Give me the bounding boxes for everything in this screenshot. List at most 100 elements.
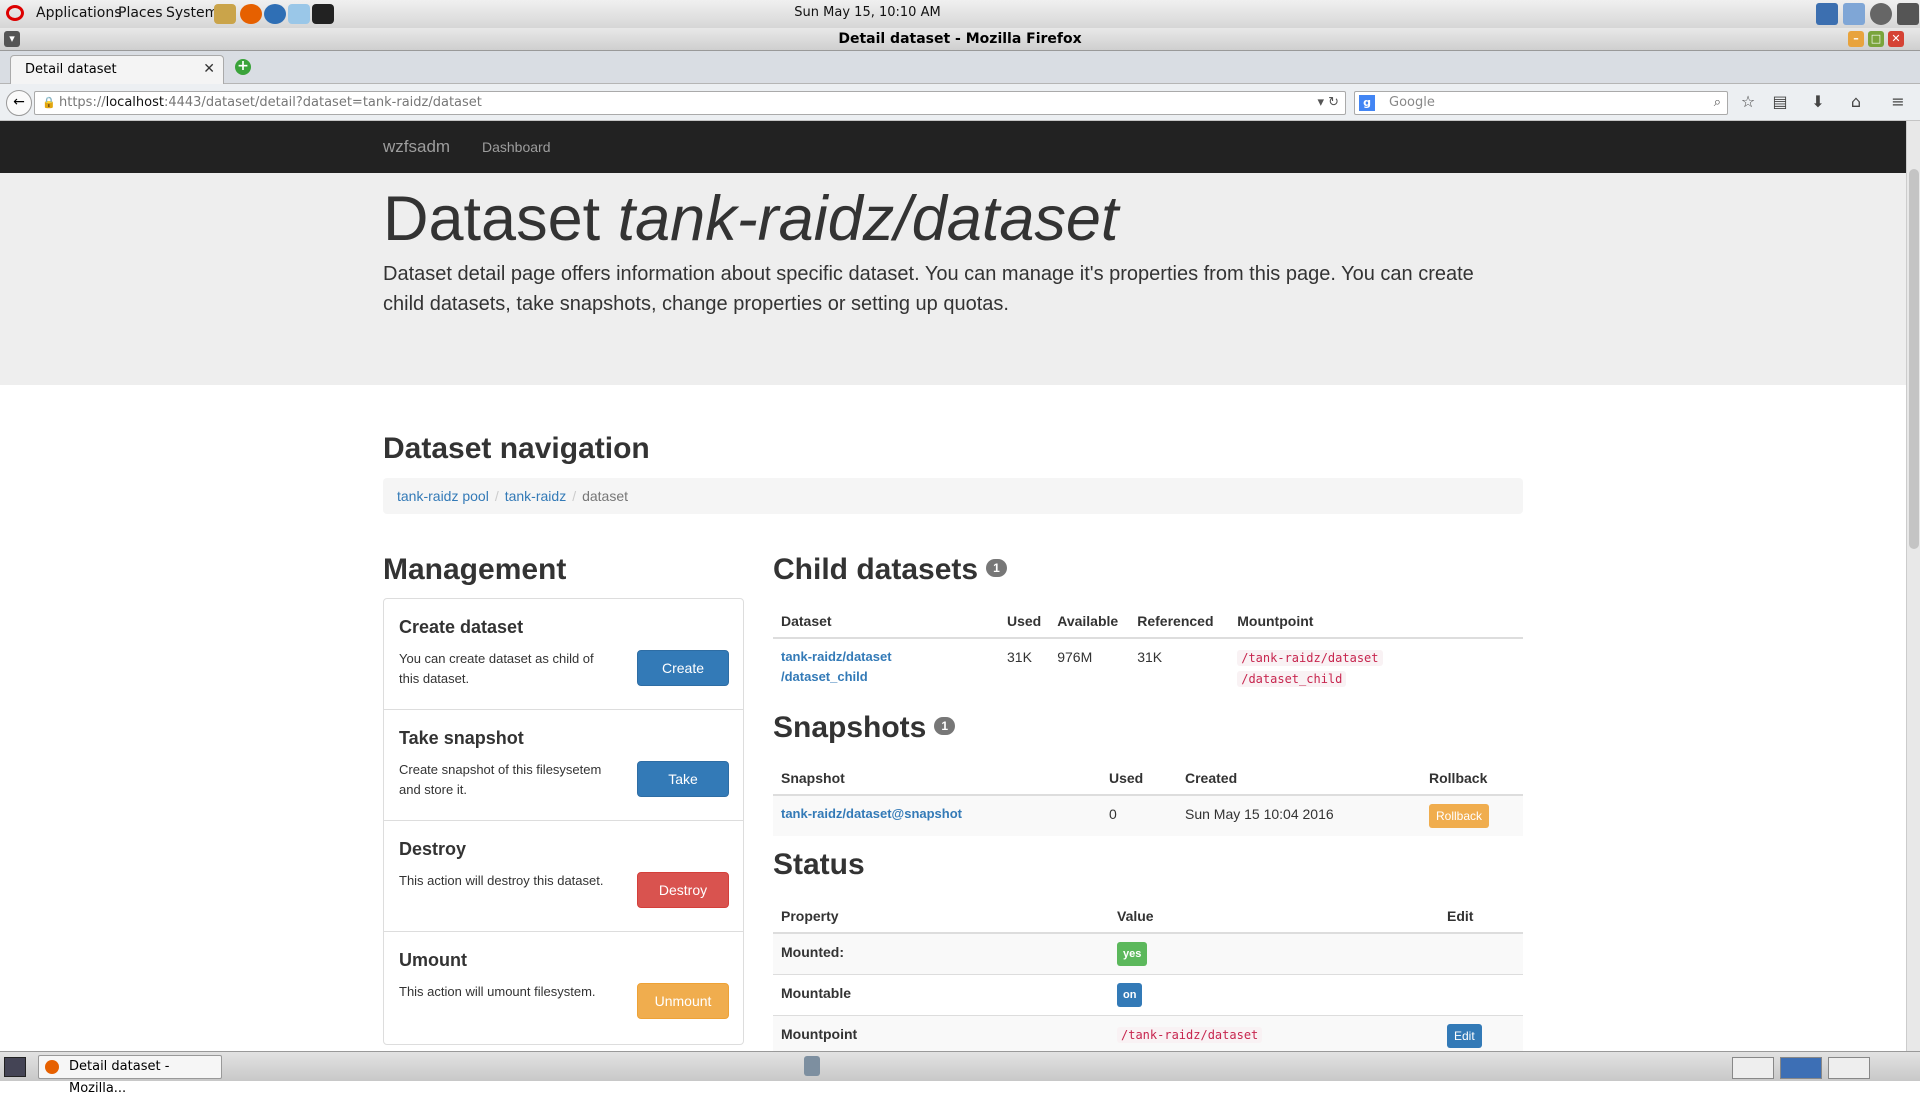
network-tray-icon[interactable] <box>1816 3 1838 25</box>
col-snap-used: Used <box>1101 762 1177 796</box>
downloads-icon[interactable]: ⬇ <box>1808 92 1828 112</box>
management-panel: Create dataset You can create dataset as… <box>383 598 744 1045</box>
col-available: Available <box>1049 605 1130 639</box>
new-tab-icon[interactable]: + <box>235 59 251 75</box>
snapshot-used: 0 <box>1101 794 1177 836</box>
child-datasets-table: Dataset Used Available Referenced Mountp… <box>773 605 1523 697</box>
bottom-panel: Detail dataset - Mozilla... <box>0 1051 1920 1096</box>
snapshots-count-badge: 1 <box>934 717 956 736</box>
tab-bar: Detail dataset ✕ + <box>0 51 1920 84</box>
umount-text: This action will umount filesystem. <box>399 984 596 999</box>
snapshots-heading: Snapshots 1 <box>773 711 956 745</box>
window-titlebar: ▾ Detail dataset - Mozilla Firefox – □ ✕ <box>0 28 1920 51</box>
clock[interactable]: Sun May 15, 10:10 AM <box>0 5 1735 20</box>
page-scrollbar[interactable] <box>1906 121 1920 1051</box>
breadcrumb-pool[interactable]: tank-raidz pool <box>397 488 489 504</box>
tab-detail-dataset[interactable]: Detail dataset ✕ <box>10 55 224 84</box>
child-used: 31K <box>999 637 1050 697</box>
table-row: Mounted: yes <box>773 932 1523 975</box>
child-referenced: 31K <box>1129 637 1230 697</box>
col-mountpoint: Mountpoint <box>1229 605 1523 639</box>
jumbotron: Dataset tank-raidz/dataset Dataset detai… <box>0 173 1906 385</box>
dataset-navigation-heading: Dataset navigation <box>383 432 650 465</box>
snapshot-link[interactable]: tank-raidz/dataset@snapshot <box>781 806 962 821</box>
page-title: Dataset tank-raidz/dataset <box>383 184 1119 254</box>
destroy-button[interactable]: Destroy <box>637 872 729 908</box>
unmount-button[interactable]: Unmount <box>637 983 729 1019</box>
status-badge: yes <box>1117 942 1148 966</box>
umount-title: Umount <box>399 950 467 970</box>
menu-hamburger-icon[interactable]: ≡ <box>1888 92 1908 112</box>
user-tray-icon[interactable] <box>1897 3 1919 25</box>
clock-tray-icon[interactable] <box>1870 3 1892 25</box>
lock-icon: 🔒 <box>42 96 56 109</box>
destroy-title: Destroy <box>399 839 467 859</box>
create-dataset-item: Create dataset You can create dataset as… <box>384 599 743 710</box>
create-dataset-text: You can create dataset as child of this … <box>399 651 594 686</box>
maximize-icon[interactable]: □ <box>1868 31 1884 47</box>
breadcrumb-tank-raidz[interactable]: tank-raidz <box>505 488 566 504</box>
col-edit: Edit <box>1439 900 1523 934</box>
url-text: https://localhost:4443/dataset/detail?da… <box>59 95 482 110</box>
site-brand[interactable]: wzfsadm <box>383 137 450 157</box>
tab-title: Detail dataset <box>25 62 117 77</box>
col-used: Used <box>999 605 1050 639</box>
status-property: Mountpoint <box>773 1015 1109 1051</box>
taskbar-title: Detail dataset - Mozilla... <box>69 1059 170 1096</box>
breadcrumb: tank-raidz pool / tank-raidz / dataset <box>383 478 1523 514</box>
col-rollback: Rollback <box>1421 762 1523 796</box>
workspace-2[interactable] <box>1780 1057 1822 1079</box>
close-tab-icon[interactable]: ✕ <box>203 61 215 77</box>
workspace-1[interactable] <box>1732 1057 1774 1079</box>
trash-icon[interactable] <box>804 1056 820 1076</box>
col-snapshot: Snapshot <box>773 762 1101 796</box>
take-button[interactable]: Take <box>637 761 729 797</box>
snapshots-table: Snapshot Used Created Rollback tank-raid… <box>773 762 1523 836</box>
browser-toolbar: ← 🔒 https://localhost:4443/dataset/detai… <box>0 84 1920 121</box>
google-engine-icon[interactable]: g <box>1359 95 1375 111</box>
status-mountpoint-value: /tank-raidz/dataset <box>1117 1027 1263 1043</box>
take-snapshot-title: Take snapshot <box>399 728 524 748</box>
child-mountpoint: /tank-raidz/dataset/dataset_child <box>1229 637 1523 697</box>
child-dataset-link[interactable]: tank-raidz/dataset/dataset_child <box>781 649 892 684</box>
reading-list-icon[interactable]: ▤ <box>1770 92 1790 112</box>
search-icon[interactable]: ⌕ <box>1714 92 1721 114</box>
breadcrumb-current: dataset <box>582 488 629 504</box>
rollback-button[interactable]: Rollback <box>1429 804 1490 828</box>
top-panel: Applications Places System Sun May 15, 1… <box>0 0 1920 29</box>
status-heading: Status <box>773 848 865 881</box>
create-button[interactable]: Create <box>637 650 729 686</box>
destroy-item: Destroy This action will destroy this da… <box>384 821 743 932</box>
destroy-text: This action will destroy this dataset. <box>399 873 604 888</box>
status-table: Property Value Edit Mounted: yes Mountab… <box>773 900 1523 1051</box>
col-created: Created <box>1177 762 1421 796</box>
create-dataset-title: Create dataset <box>399 617 524 637</box>
table-row: tank-raidz/dataset/dataset_child 31K 976… <box>773 637 1523 697</box>
window-menu-icon[interactable]: ▾ <box>4 31 20 47</box>
workspace-3[interactable] <box>1828 1057 1870 1079</box>
col-value: Value <box>1109 900 1439 934</box>
url-bar[interactable]: 🔒 https://localhost:4443/dataset/detail?… <box>34 91 1346 115</box>
table-row: tank-raidz/dataset@snapshot 0 Sun May 15… <box>773 794 1523 836</box>
search-bar[interactable]: g Google ⌕ <box>1354 91 1728 115</box>
bookmark-star-icon[interactable]: ☆ <box>1738 92 1758 112</box>
scrollbar-thumb[interactable] <box>1909 169 1919 549</box>
take-snapshot-text: Create snapshot of this filesysetem and … <box>399 762 602 797</box>
back-icon[interactable]: ← <box>6 90 32 116</box>
child-available: 976M <box>1049 637 1130 697</box>
minimize-icon[interactable]: – <box>1848 31 1864 47</box>
window-title: Detail dataset - Mozilla Firefox <box>838 31 1082 47</box>
edit-button[interactable]: Edit <box>1447 1024 1482 1048</box>
child-datasets-heading: Child datasets 1 <box>773 553 1007 587</box>
status-property: Mounted: <box>773 932 1109 975</box>
show-desktop-icon[interactable] <box>4 1057 26 1077</box>
accessibility-tray-icon[interactable] <box>1843 3 1865 25</box>
site-navbar: wzfsadm Dashboard <box>0 121 1906 173</box>
close-window-icon[interactable]: ✕ <box>1888 31 1904 47</box>
table-row: Mountable on <box>773 974 1523 1016</box>
reload-icon[interactable]: ▾ ↻ <box>1317 92 1339 114</box>
taskbar-firefox[interactable]: Detail dataset - Mozilla... <box>38 1055 222 1096</box>
nav-dashboard-link[interactable]: Dashboard <box>482 139 551 155</box>
home-icon[interactable]: ⌂ <box>1846 92 1866 112</box>
page-viewport: wzfsadm Dashboard Dataset tank-raidz/dat… <box>0 121 1906 1051</box>
